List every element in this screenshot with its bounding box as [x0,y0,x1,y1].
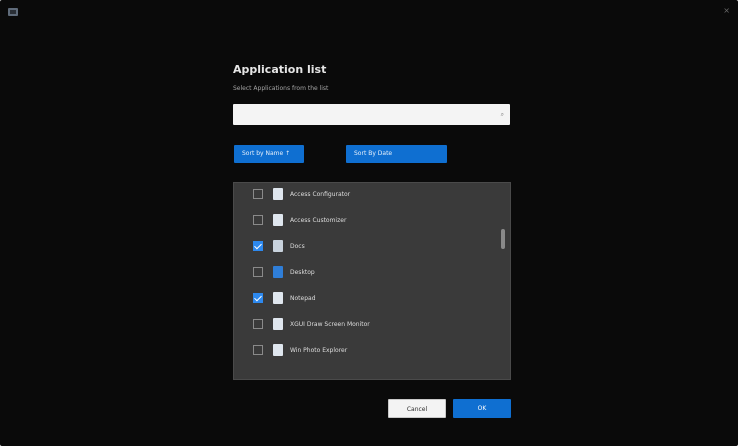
application-list[interactable]: Access Configurator Access Customizer Do… [233,182,511,380]
search-input[interactable] [233,106,510,128]
ok-button[interactable]: OK [453,399,511,418]
list-item-label: Access Configurator [290,191,351,198]
list-item-label: Desktop [290,269,315,276]
app-document-icon [273,214,283,226]
dialog-subtitle: Select Applications from the list [233,85,329,92]
list-item[interactable]: Access Customizer [234,209,496,235]
app-document-icon [273,344,283,356]
item-checkbox[interactable] [253,215,263,225]
list-scrollbar[interactable] [501,229,505,249]
list-item-label: XGUI Draw Screen Monitor [290,321,370,328]
app-folder-icon [273,240,283,252]
app-document-icon [273,188,283,200]
list-item[interactable]: Notepad [234,287,496,313]
search-field-container: ⌕ [233,104,510,128]
list-item-label: Win Photo Explorer [290,347,348,354]
item-checkbox[interactable] [253,241,263,251]
screen: × Application list Select Applications f… [0,0,738,446]
item-checkbox[interactable] [253,267,263,277]
cancel-button[interactable]: Cancel [388,399,446,418]
list-item[interactable]: Win Photo Explorer [234,339,496,365]
list-item-label: Access Customizer [290,217,347,224]
page-title: Application list [233,63,327,76]
list-item-label: Notepad [290,295,316,302]
list-item-label: Docs [290,243,305,250]
close-icon[interactable]: × [723,6,730,15]
app-document-icon [273,318,283,330]
item-checkbox[interactable] [253,345,263,355]
sort-by-date-button[interactable]: Sort By Date [346,145,447,163]
search-icon[interactable]: ⌕ [501,111,504,119]
item-checkbox[interactable] [253,319,263,329]
item-checkbox[interactable] [253,293,263,303]
sort-by-name-button[interactable]: Sort by Name ↑ [234,145,304,163]
app-window-icon [8,8,18,16]
app-desktop-icon [273,266,283,278]
item-checkbox[interactable] [253,189,263,199]
list-item[interactable]: XGUI Draw Screen Monitor [234,313,496,339]
list-item[interactable]: Desktop [234,261,496,287]
list-item[interactable]: Docs [234,235,496,261]
app-document-icon [273,292,283,304]
list-item[interactable]: Access Configurator [234,183,496,209]
